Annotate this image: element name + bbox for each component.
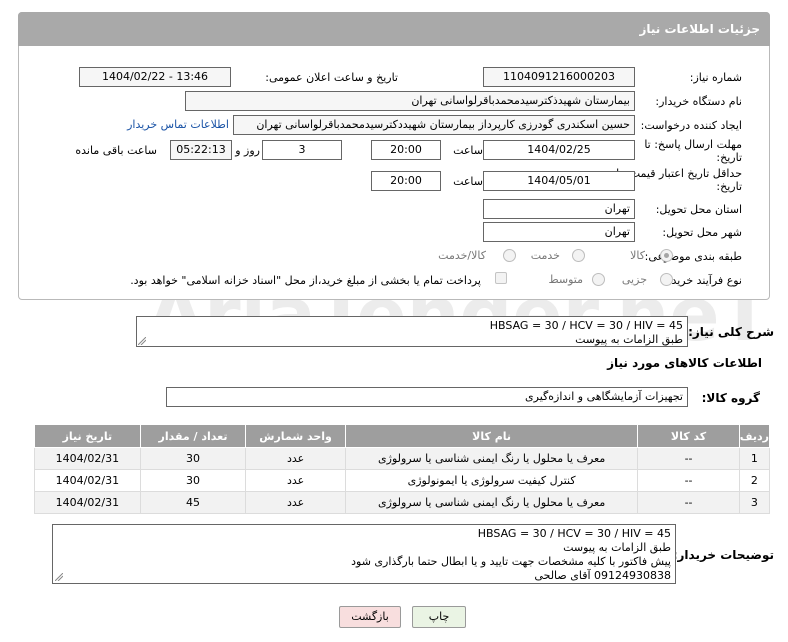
province-field: تهران	[483, 199, 635, 219]
table-header-row: ردیف کد کالا نام کالا واحد شمارش تعداد /…	[34, 424, 771, 448]
col-row-number: ردیف	[738, 424, 771, 448]
cell-item-name: معرف یا محلول یا رنگ ایمنی شناسی یا سرول…	[344, 491, 639, 514]
announce-field: 1404/02/22 - 13:46	[79, 67, 231, 87]
cell-row-number: 2	[738, 469, 771, 492]
buyer-notes-textarea[interactable]: HBSAG = 30 / HCV = 30 / HIV = 45 طبق الز…	[52, 524, 676, 584]
price-validity-date-field: 1404/05/01	[483, 171, 635, 191]
table-row: 1 -- معرف یا محلول یا رنگ ایمنی شناسی یا…	[34, 447, 771, 470]
process-label: نوع فرآیند خرید :	[664, 274, 742, 287]
resize-grip-icon[interactable]	[55, 573, 63, 581]
cell-need-date: 1404/02/31	[34, 491, 141, 514]
cell-unit: عدد	[245, 447, 346, 470]
treasury-payment-checkbox[interactable]	[495, 272, 507, 284]
buyer-contact-link[interactable]: اطلاعات تماس خریدار	[127, 118, 229, 131]
city-label: شهر محل تحویل:	[662, 226, 742, 239]
summary-textarea[interactable]: HBSAG = 30 / HCV = 30 / HIV = 45 طبق الز…	[136, 316, 688, 347]
summary-label: شرح کلی نیاز:	[688, 325, 774, 339]
process-option-minor: جزیی	[621, 273, 647, 286]
requester-label: ایجاد کننده درخواست:	[640, 119, 742, 132]
remaining-time-field: 05:22:13	[170, 140, 232, 160]
goods-group-label: گروه کالا:	[701, 391, 760, 405]
panel-title: جزئیات اطلاعات نیاز	[18, 12, 770, 46]
col-item-code: کد کالا	[637, 424, 740, 448]
days-field: 3	[262, 140, 342, 160]
category-option-goods-service: کالا/خدمت	[438, 249, 486, 262]
process-radio-minor[interactable]	[660, 273, 673, 286]
treasury-payment-note: پرداخت تمام یا بخشی از مبلغ خرید،از محل …	[130, 274, 481, 287]
col-unit: واحد شمارش	[245, 424, 346, 448]
days-label: روز و	[235, 144, 260, 157]
cell-need-date: 1404/02/31	[34, 447, 141, 470]
buyer-notes-label: توضیحات خریدار:	[672, 548, 774, 562]
announce-label: تاریخ و ساعت اعلان عمومی:	[265, 71, 398, 84]
cell-item-code: --	[637, 447, 740, 470]
price-validity-time-label: ساعت	[453, 175, 483, 188]
cell-unit: عدد	[245, 491, 346, 514]
cell-row-number: 1	[738, 447, 771, 470]
cell-item-code: --	[637, 491, 740, 514]
cell-item-name: کنترل کیفیت سرولوژی یا ایمونولوژی	[344, 469, 639, 492]
city-field: تهران	[483, 222, 635, 242]
goods-title: اطلاعات کالاهای مورد نیاز	[607, 356, 762, 370]
cell-item-name: معرف یا محلول یا رنگ ایمنی شناسی یا سرول…	[344, 447, 639, 470]
cell-quantity: 30	[139, 447, 247, 470]
process-radio-medium[interactable]	[592, 273, 605, 286]
print-button[interactable]: چاپ	[412, 606, 466, 628]
col-quantity: تعداد / مقدار	[139, 424, 247, 448]
cell-need-date: 1404/02/31	[34, 469, 141, 492]
cell-unit: عدد	[245, 469, 346, 492]
items-table: ردیف کد کالا نام کالا واحد شمارش تعداد /…	[34, 424, 771, 514]
deadline-time-field: 20:00	[371, 140, 441, 160]
requester-field: حسین اسکندری گودرزی کارپرداز بیمارستان ش…	[233, 115, 635, 135]
buyer-org-label: نام دستگاه خریدار:	[655, 95, 742, 108]
col-need-date: تاریخ نیاز	[34, 424, 141, 448]
deadline-label: مهلت ارسال پاسخ: تا تاریخ:	[644, 138, 742, 164]
deadline-time-label: ساعت	[453, 144, 483, 157]
cell-row-number: 3	[738, 491, 771, 514]
category-radio-goods[interactable]	[660, 249, 673, 262]
goods-group-field: تجهیزات آزمایشگاهی و اندازه‌گیری	[166, 387, 688, 407]
province-label: استان محل تحویل:	[655, 203, 742, 216]
buyer-org-field: بیمارستان شهیدذکترسیدمحمدباقرلواسانی تهر…	[185, 91, 635, 111]
category-option-goods: کالا	[630, 249, 645, 262]
process-option-medium: متوسط	[548, 273, 583, 286]
resize-grip-icon[interactable]	[138, 337, 146, 345]
category-option-service: خدمت	[530, 249, 560, 262]
back-button[interactable]: بازگشت	[339, 606, 401, 628]
cell-quantity: 30	[139, 469, 247, 492]
cell-item-code: --	[637, 469, 740, 492]
table-row: 3 -- معرف یا محلول یا رنگ ایمنی شناسی یا…	[34, 491, 771, 514]
table-row: 2 -- کنترل کیفیت سرولوژی یا ایمونولوژی ع…	[34, 469, 771, 492]
price-validity-time-field: 20:00	[371, 171, 441, 191]
deadline-date-field: 1404/02/25	[483, 140, 635, 160]
category-radio-service[interactable]	[572, 249, 585, 262]
cell-quantity: 45	[139, 491, 247, 514]
need-number-field: 1104091216000203	[483, 67, 635, 87]
remaining-label: ساعت باقی مانده	[75, 144, 157, 157]
col-item-name: نام کالا	[344, 424, 639, 448]
category-radio-goods-service[interactable]	[503, 249, 516, 262]
need-number-label: شماره نیاز:	[689, 71, 742, 84]
